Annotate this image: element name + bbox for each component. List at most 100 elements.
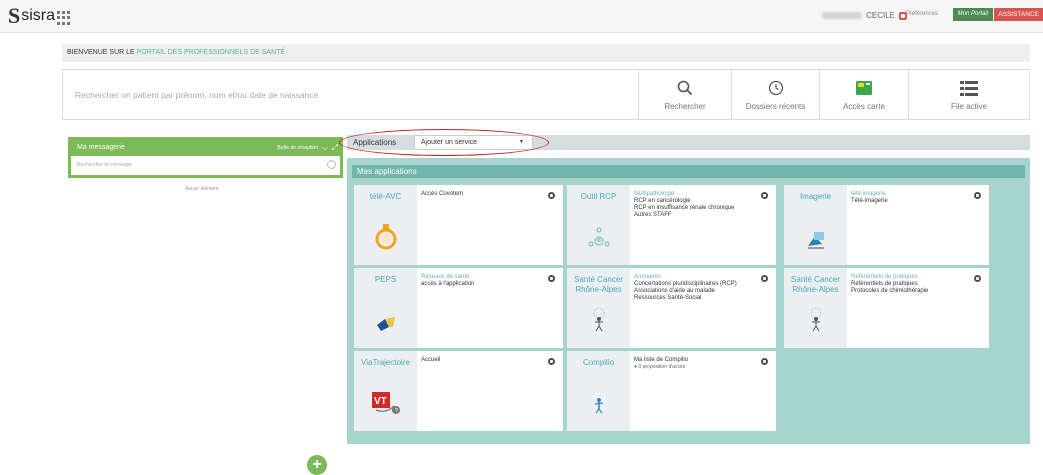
- apps-grid-icon[interactable]: [57, 11, 71, 25]
- close-icon[interactable]: [548, 192, 555, 199]
- logo-text: sisra: [21, 7, 56, 24]
- message-search-placeholder: Rechercher un message: [77, 162, 132, 168]
- app-line[interactable]: Ressources Santé-Social: [634, 295, 772, 302]
- info-icon: ●: [634, 364, 638, 370]
- app-card-sante-cancer-annuaires[interactable]: Santé Cancer Rhône-Alpes Annuaires Conce…: [567, 268, 776, 348]
- close-icon[interactable]: [548, 358, 555, 365]
- add-application-button[interactable]: +: [307, 455, 327, 475]
- vt-icon: VT?: [370, 388, 402, 421]
- card-icon: [855, 80, 873, 96]
- list-icon: [960, 80, 978, 96]
- expand-icon[interactable]: ⤢: [332, 140, 338, 156]
- message-search-icon[interactable]: [327, 160, 336, 169]
- access-proposals-note[interactable]: ● 0 proposition d'accès: [634, 364, 772, 371]
- app-card-viatrajectoire[interactable]: ViaTrajectoire VT? Accueil: [354, 351, 563, 431]
- card-access-label: Accès carte: [843, 102, 885, 111]
- app-line[interactable]: Référentiels de pratiques: [851, 281, 985, 288]
- messaging-header: Ma messagerie Boîte de réception ⌵ ⤢: [71, 140, 340, 156]
- app-card-content: télé-imagerie Télé-imagerie: [847, 185, 989, 265]
- svg-text:VT: VT: [374, 396, 387, 407]
- app-card-peps[interactable]: PEPS Réseaux de santé accès à l'applicat…: [354, 268, 563, 348]
- app-line[interactable]: Associations d'aide au malade: [634, 288, 772, 295]
- app-card-content: Réseaux de santé accès à l'application: [417, 268, 563, 348]
- access-proposals-text: 0 proposition d'accès: [638, 364, 686, 370]
- app-name: PEPS: [374, 275, 397, 284]
- close-icon[interactable]: [761, 192, 768, 199]
- app-card-outil-rcp[interactable]: Outil RCP Multipathologie RCP en cancéro…: [567, 185, 776, 265]
- close-icon[interactable]: [548, 275, 555, 282]
- user-blurred-name: [822, 12, 863, 19]
- app-card-imagerie[interactable]: Imagerie télé-imagerie Télé-imagerie: [784, 185, 989, 265]
- app-card-content: Référentiels de pratiques Référentiels d…: [847, 268, 989, 348]
- user-name: CECILE: [866, 11, 895, 20]
- card-access-button[interactable]: Accès carte: [819, 70, 908, 119]
- active-file-button[interactable]: File active: [908, 70, 1029, 119]
- app-title: télé-imagerie: [851, 191, 886, 197]
- app-title: Annuaires: [634, 274, 662, 280]
- welcome-prefix: BIENVENUE SUR LE: [67, 49, 135, 56]
- app-line[interactable]: Ma liste de Compilio: [634, 357, 772, 364]
- app-card-side: ViaTrajectoire VT?: [354, 351, 417, 431]
- active-file-label: File active: [950, 102, 987, 111]
- app-line[interactable]: Autres STAFF: [634, 212, 772, 219]
- preferences-link[interactable]: Préférences: [906, 11, 938, 17]
- close-icon[interactable]: [974, 192, 981, 199]
- app-line[interactable]: Accueil: [421, 357, 559, 364]
- app-card-content: Annuaires Concertations pluridisciplinai…: [630, 268, 776, 348]
- app-line[interactable]: RCP en cancérologie: [634, 198, 772, 205]
- top-bar: S sisra CECILE Préférences Mon Portail A…: [0, 0, 1043, 33]
- app-card-sante-cancer-referentiels[interactable]: Santé Cancer Rhône-Alpes Référentiels de…: [784, 268, 989, 348]
- app-name: Compilio: [582, 358, 615, 367]
- app-card-side: Santé Cancer Rhône-Alpes: [567, 268, 630, 348]
- app-card-content: Accès Covotem: [417, 185, 563, 265]
- app-card-side: Imagerie: [784, 185, 847, 265]
- app-line[interactable]: Accès Covotem: [421, 191, 559, 198]
- welcome-highlight: PORTAIL DES PROFESSIONNELS DE SANTÉ: [136, 49, 286, 56]
- app-title: Réseaux de santé: [421, 274, 470, 280]
- search-icon: [677, 80, 693, 96]
- figure-icon: [805, 307, 827, 338]
- peps-icon: [375, 315, 397, 338]
- search-button[interactable]: Rechercher: [638, 70, 731, 119]
- app-card-side: PEPS: [354, 268, 417, 348]
- app-card-compilio[interactable]: Compilio Ma liste de Compilio ● 0 propos…: [567, 351, 776, 431]
- close-icon[interactable]: [761, 275, 768, 282]
- patient-search-input[interactable]: Rechercher un patient par prénom, nom et…: [75, 90, 318, 100]
- recent-files-button[interactable]: Dossiers récents: [731, 70, 819, 119]
- app-line[interactable]: accès à l'application: [421, 281, 559, 288]
- figure-icon: [588, 307, 610, 338]
- imaging-icon: [805, 228, 827, 255]
- app-line[interactable]: Protocoles de chimiothérapie: [851, 288, 985, 295]
- highlight-annotation: [339, 129, 549, 156]
- app-card-content: Accueil: [417, 351, 563, 431]
- app-title: Référentiels de pratiques: [851, 274, 918, 280]
- sisra-logo[interactable]: S sisra: [8, 5, 55, 27]
- app-card-side: télé-AVC: [354, 185, 417, 265]
- logo-mark: S: [8, 3, 21, 28]
- compilio-icon: [588, 392, 610, 421]
- message-search-field[interactable]: Rechercher un message: [71, 156, 340, 174]
- applications-header: Mes applications: [352, 165, 1025, 178]
- recent-files-label: Dossiers récents: [745, 102, 806, 111]
- ring-icon: [375, 224, 397, 255]
- chevron-down-icon[interactable]: ⌵: [322, 140, 328, 156]
- user-menu[interactable]: CECILE: [822, 11, 907, 20]
- app-title: Multipathologie: [634, 191, 675, 197]
- app-card-tele-avc[interactable]: télé-AVC Accès Covotem: [354, 185, 563, 265]
- search-button-label: Rechercher: [664, 102, 706, 111]
- app-line[interactable]: RCP en insuffisance rénale chronique: [634, 205, 772, 212]
- app-name: Imagerie: [799, 192, 832, 201]
- app-name: ViaTrajectoire: [361, 358, 410, 367]
- close-icon[interactable]: [974, 275, 981, 282]
- close-icon[interactable]: [761, 358, 768, 365]
- mon-portail-button[interactable]: Mon Portail: [952, 8, 993, 21]
- app-name: Outil RCP: [580, 192, 617, 201]
- history-icon: [768, 80, 784, 96]
- messaging-panel: Ma messagerie Boîte de réception ⌵ ⤢ Rec…: [68, 137, 343, 178]
- reception-box-label[interactable]: Boîte de réception: [277, 140, 318, 156]
- app-line[interactable]: Concertations pluridisciplinaires (RCP): [634, 281, 772, 288]
- app-name: Santé Cancer Rhône-Alpes: [574, 275, 623, 294]
- app-line[interactable]: Télé-imagerie: [851, 198, 985, 205]
- app-card-side: Santé Cancer Rhône-Alpes: [784, 268, 847, 348]
- assistance-button[interactable]: ASSISTANCE: [994, 8, 1043, 21]
